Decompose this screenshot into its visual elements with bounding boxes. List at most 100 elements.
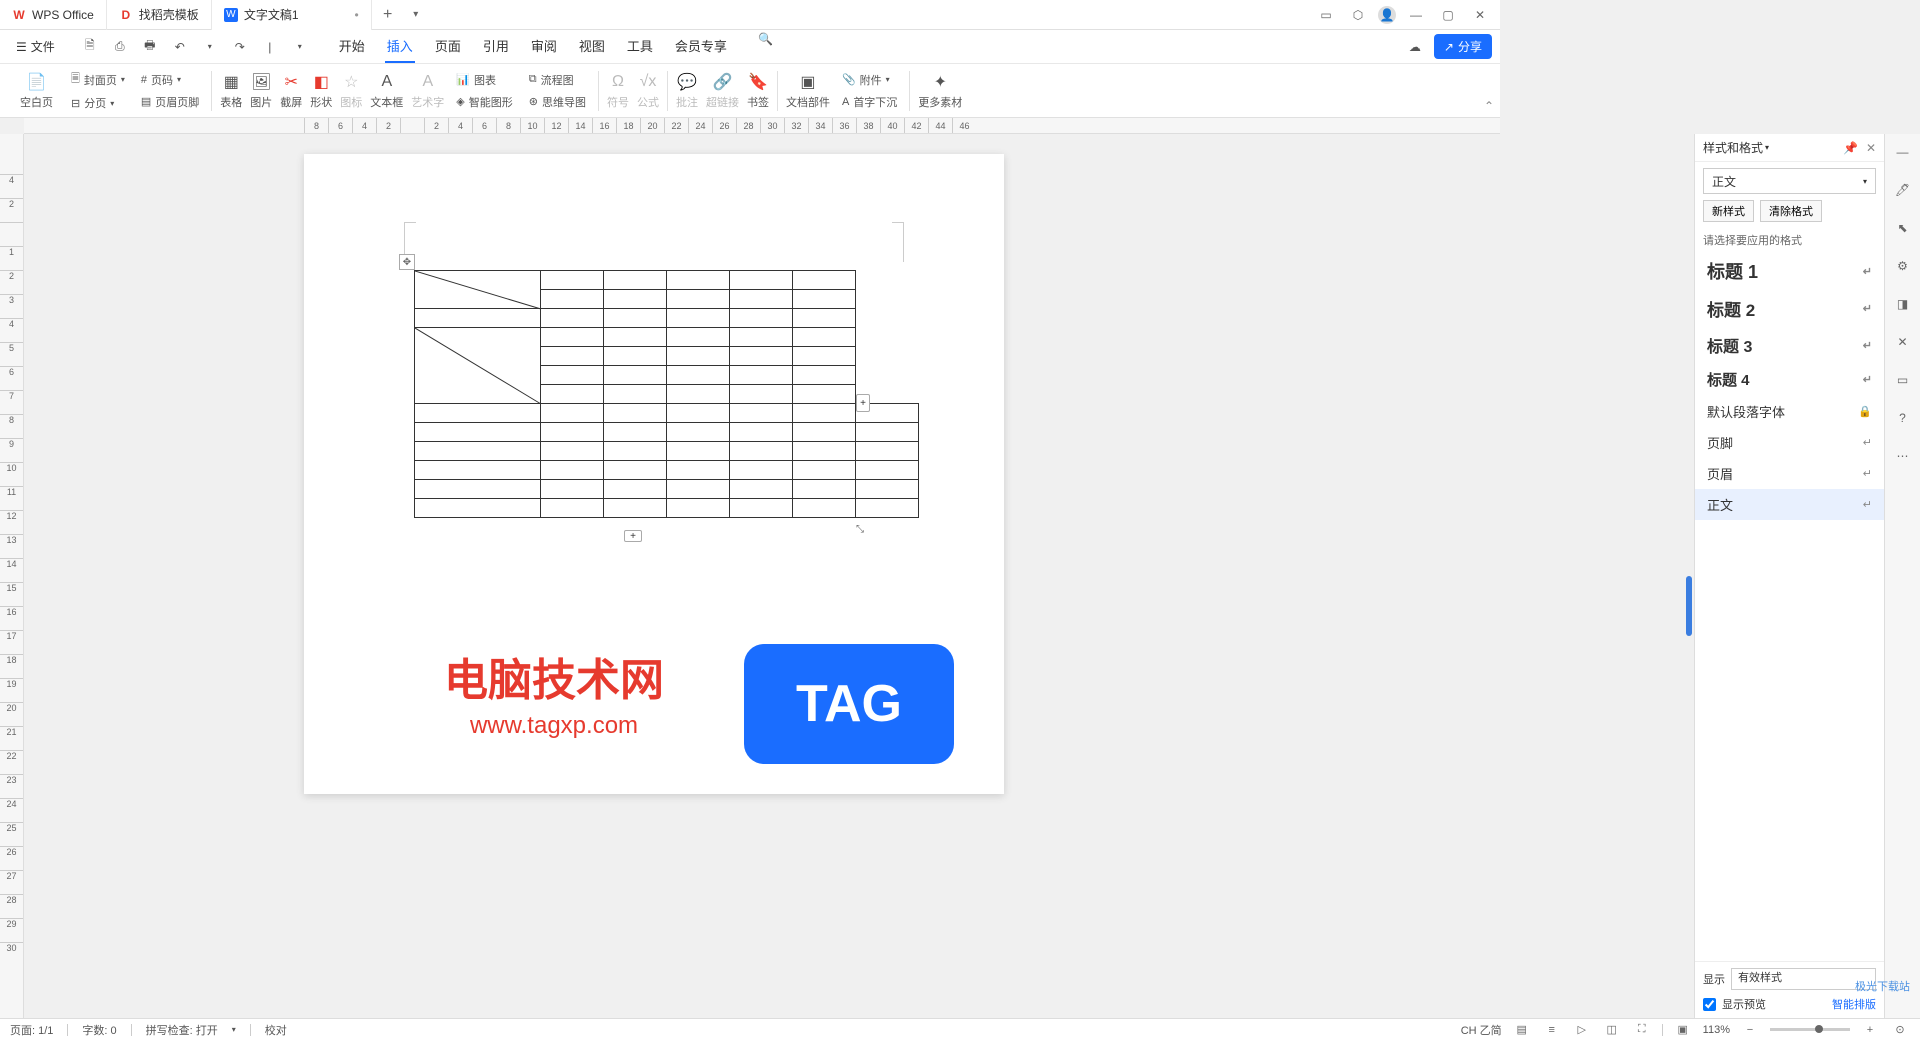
style-item[interactable]: 标题 4↵ bbox=[1695, 363, 1884, 396]
table-add-column-handle[interactable]: + bbox=[856, 394, 870, 412]
new-style-button[interactable]: 新样式 bbox=[1703, 200, 1754, 222]
menu-tab-start[interactable]: 开始 bbox=[337, 30, 367, 63]
zoom-set-icon[interactable]: ⊙ bbox=[1890, 1020, 1910, 1040]
help-icon[interactable]: ? bbox=[1893, 408, 1913, 428]
collapse-panel-icon[interactable]: — bbox=[1893, 142, 1913, 162]
menu-tab-tools[interactable]: 工具 bbox=[625, 30, 655, 63]
status-page[interactable]: 页面: 1/1 bbox=[10, 1022, 53, 1038]
print-icon[interactable]: ⎙ bbox=[111, 38, 129, 56]
ribbon-flowchart[interactable]: ⧉流程图 bbox=[525, 70, 590, 90]
vertical-ruler[interactable]: 4212345678910111213141516171819202122232… bbox=[0, 134, 24, 1018]
undo-dropdown-icon[interactable]: ▾ bbox=[201, 38, 219, 56]
view-fullscreen-icon[interactable]: ⛶ bbox=[1632, 1020, 1652, 1040]
ribbon-pagenum[interactable]: #页码▾ bbox=[137, 70, 203, 90]
maximize-button[interactable]: ▢ bbox=[1436, 3, 1460, 27]
pin-icon[interactable]: 📌 bbox=[1843, 141, 1858, 155]
ribbon-icon[interactable]: ☆图标 bbox=[336, 70, 366, 112]
zoom-in-icon[interactable]: + bbox=[1860, 1020, 1880, 1040]
document-table[interactable] bbox=[414, 270, 919, 518]
close-panel-icon[interactable]: ✕ bbox=[1866, 141, 1876, 155]
ribbon-attachment[interactable]: 📎附件▾ bbox=[838, 70, 901, 90]
table-add-row-handle[interactable]: + bbox=[624, 530, 642, 542]
tab-document[interactable]: W 文字文稿1 • bbox=[212, 0, 372, 30]
tools-icon[interactable]: ✕ bbox=[1893, 332, 1913, 352]
tab-menu-button[interactable]: ▾ bbox=[404, 3, 428, 27]
menu-tab-page[interactable]: 页面 bbox=[433, 30, 463, 63]
select-icon[interactable]: ⬉ bbox=[1893, 218, 1913, 238]
print-preview-icon[interactable]: 🖶 bbox=[141, 38, 159, 56]
document-canvas[interactable]: ✥ + + ⤡ 电脑技术网 www.tagxp.com bbox=[24, 134, 1694, 1018]
more-icon[interactable]: ⋯ bbox=[1893, 446, 1913, 466]
ribbon-hyperlink[interactable]: 🔗超链接 bbox=[702, 70, 743, 112]
preview-checkbox[interactable] bbox=[1703, 998, 1716, 1011]
layout-icon[interactable]: ▭ bbox=[1314, 3, 1338, 27]
zoom-level[interactable]: 113% bbox=[1703, 1024, 1730, 1036]
object-icon[interactable]: ▭ bbox=[1893, 370, 1913, 390]
style-item[interactable]: 正文↵ bbox=[1695, 489, 1884, 520]
undo-icon[interactable]: ↶ bbox=[171, 38, 189, 56]
style-item[interactable]: 页脚↵ bbox=[1695, 427, 1884, 458]
minimize-button[interactable]: — bbox=[1404, 3, 1428, 27]
ribbon-picture[interactable]: 🖼图片 bbox=[246, 70, 276, 112]
vertical-scrollbar-thumb[interactable] bbox=[1686, 576, 1692, 636]
ribbon-equation[interactable]: √x公式 bbox=[633, 70, 663, 112]
ribbon-dropcap[interactable]: A首字下沉 bbox=[838, 92, 901, 112]
ribbon-mindmap[interactable]: ⊛思维导图 bbox=[525, 92, 590, 112]
ribbon-chart[interactable]: 📊图表 bbox=[452, 70, 516, 90]
style-item[interactable]: 标题 2↵ bbox=[1695, 290, 1884, 327]
ribbon-blank-page[interactable]: 📄空白页 bbox=[16, 70, 57, 112]
status-spell[interactable]: 拼写检查: 打开 bbox=[146, 1022, 218, 1038]
ribbon-more-material[interactable]: ✦更多素材 bbox=[914, 70, 966, 112]
tab-wps-office[interactable]: W WPS Office bbox=[0, 0, 107, 30]
fit-icon[interactable]: ▣ bbox=[1673, 1020, 1693, 1040]
ribbon-headerfooter[interactable]: ▤页眉页脚 bbox=[137, 92, 203, 112]
ribbon-collapse-icon[interactable]: ⌃ bbox=[1484, 99, 1494, 113]
status-ime[interactable]: CH 乙简 bbox=[1461, 1022, 1502, 1038]
view-web-icon[interactable]: ◫ bbox=[1602, 1020, 1622, 1040]
menu-tab-insert[interactable]: 插入 bbox=[385, 30, 415, 63]
zoom-slider[interactable] bbox=[1770, 1028, 1850, 1031]
smart-layout-link[interactable]: 智能排版 bbox=[1832, 996, 1876, 1012]
menu-tab-member[interactable]: 会员专享 bbox=[673, 30, 729, 63]
style-item[interactable]: 页眉↵ bbox=[1695, 458, 1884, 489]
ribbon-textbox[interactable]: A文本框 bbox=[366, 70, 407, 112]
file-menu[interactable]: ☰ 文件 bbox=[8, 34, 63, 59]
ribbon-screenshot[interactable]: ✂截屏 bbox=[276, 70, 306, 112]
avatar-icon[interactable]: 👤 bbox=[1378, 6, 1396, 24]
qat-dropdown-icon[interactable]: ▾ bbox=[291, 38, 309, 56]
clear-format-button[interactable]: 清除格式 bbox=[1760, 200, 1822, 222]
status-words[interactable]: 字数: 0 bbox=[82, 1022, 116, 1038]
current-style-select[interactable]: 正文 ▾ bbox=[1703, 168, 1876, 194]
ribbon-table[interactable]: ▦表格 bbox=[216, 70, 246, 112]
redo-icon[interactable]: ↷ bbox=[231, 38, 249, 56]
style-item[interactable]: 标题 3↵ bbox=[1695, 327, 1884, 363]
ribbon-docparts[interactable]: ▣文档部件 bbox=[782, 70, 834, 112]
view-outline-icon[interactable]: ≡ bbox=[1542, 1020, 1562, 1040]
ribbon-shape[interactable]: ◧形状 bbox=[306, 70, 336, 112]
nav-icon[interactable]: ◨ bbox=[1893, 294, 1913, 314]
menu-tab-review[interactable]: 审阅 bbox=[529, 30, 559, 63]
view-read-icon[interactable]: ▷ bbox=[1572, 1020, 1592, 1040]
menu-tab-reference[interactable]: 引用 bbox=[481, 30, 511, 63]
tab-template[interactable]: D 找稻壳模板 bbox=[107, 0, 212, 30]
status-proof[interactable]: 校对 bbox=[265, 1022, 287, 1038]
ribbon-cover[interactable]: 🗏封面页▾ bbox=[67, 68, 129, 91]
menu-tab-view[interactable]: 视图 bbox=[577, 30, 607, 63]
search-icon[interactable]: 🔍 bbox=[757, 30, 775, 48]
close-button[interactable]: ✕ bbox=[1468, 3, 1492, 27]
table-resize-handle[interactable]: ⤡ bbox=[856, 524, 868, 536]
format-brush-icon[interactable]: 🖊 bbox=[1893, 180, 1913, 200]
zoom-out-icon[interactable]: − bbox=[1740, 1020, 1760, 1040]
new-tab-button[interactable]: + bbox=[376, 3, 400, 27]
cloud-icon[interactable]: ☁ bbox=[1406, 38, 1424, 56]
ribbon-symbol[interactable]: Ω符号 bbox=[603, 70, 633, 112]
view-print-icon[interactable]: ▤ bbox=[1512, 1020, 1532, 1040]
style-item[interactable]: 标题 1↵ bbox=[1695, 252, 1884, 290]
ribbon-comment[interactable]: 💬批注 bbox=[672, 70, 702, 112]
horizontal-ruler[interactable]: 8642246810121416182022242628303234363840… bbox=[24, 118, 1500, 134]
share-button[interactable]: ↗ 分享 bbox=[1434, 34, 1492, 59]
ribbon-smartart[interactable]: ◈智能图形 bbox=[452, 92, 516, 112]
save-icon[interactable]: 🗎 bbox=[81, 38, 99, 56]
ribbon-pagebreak[interactable]: ⊟分页▾ bbox=[67, 93, 129, 113]
table-move-handle[interactable]: ✥ bbox=[399, 254, 415, 270]
